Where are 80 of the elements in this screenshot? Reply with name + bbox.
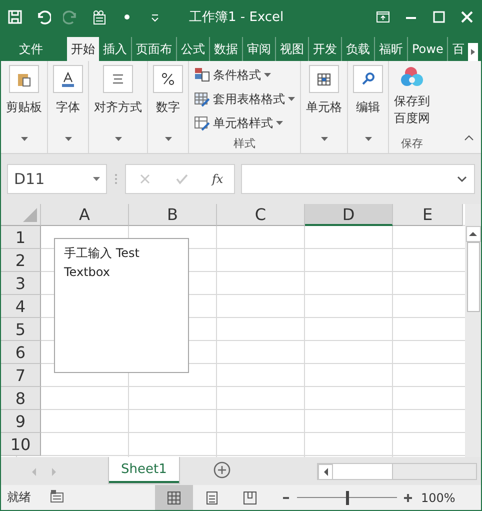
row-header[interactable]: 3: [1, 272, 41, 295]
zoom-level[interactable]: 100%: [421, 490, 456, 504]
cell-brush-icon[interactable]: [194, 115, 210, 131]
grip-icon[interactable]: [113, 171, 119, 187]
caret-icon: [164, 137, 172, 141]
clipboard-icon[interactable]: [16, 71, 32, 87]
text-box[interactable]: 手工输入 Test Textbox: [54, 238, 189, 373]
font-color-icon[interactable]: [60, 71, 76, 87]
ribbon-tab[interactable]: 开始: [67, 37, 99, 61]
ribbon-menu-button[interactable]: 套用表格格式: [213, 90, 285, 108]
row-header[interactable]: 2: [1, 249, 41, 272]
row-header[interactable]: 10: [1, 433, 41, 456]
form-icon[interactable]: [91, 9, 107, 25]
column-header[interactable]: A: [41, 204, 129, 226]
row-header[interactable]: 1: [1, 226, 41, 249]
scroll-right-icon[interactable]: [468, 43, 478, 61]
ribbon-button-label[interactable]: 百度网: [394, 110, 430, 127]
ribbon-button[interactable]: 对齐方式: [94, 99, 142, 116]
table-brush-icon[interactable]: [194, 91, 210, 107]
status-text: 就绪: [7, 489, 31, 506]
formula-input[interactable]: [241, 164, 475, 194]
caret-icon: [320, 137, 328, 141]
ribbon-button[interactable]: 编辑: [356, 99, 380, 116]
scroll-left-icon[interactable]: [322, 467, 330, 477]
ribbon-button[interactable]: 字体: [56, 99, 80, 116]
row-header[interactable]: 7: [1, 364, 41, 387]
column-header[interactable]: C: [217, 204, 305, 226]
ribbon-menu-button[interactable]: 单元格样式: [213, 114, 273, 132]
row-header[interactable]: 9: [1, 410, 41, 433]
ribbon-display-icon[interactable]: [375, 9, 391, 25]
caret-icon: [364, 137, 372, 141]
scroll-thumb[interactable]: [466, 242, 480, 312]
caret-icon: [20, 137, 28, 141]
caret-icon: [64, 137, 72, 141]
caret-icon: [264, 73, 271, 77]
ribbon-button[interactable]: 单元格: [306, 99, 342, 116]
conditional-format-icon[interactable]: [194, 67, 210, 83]
undo-icon[interactable]: [35, 9, 51, 25]
cells-icon[interactable]: [316, 71, 332, 87]
ribbon-button[interactable]: 数字: [156, 99, 180, 116]
add-sheet-icon[interactable]: [212, 461, 231, 479]
page-break-icon: [242, 490, 258, 506]
expand-icon[interactable]: [456, 174, 468, 184]
column-header[interactable]: D: [305, 204, 393, 226]
insert-function-button[interactable]: fx: [212, 172, 224, 186]
group-label: 样式: [234, 136, 256, 151]
caret-icon: [276, 121, 283, 125]
maximize-icon[interactable]: [431, 9, 447, 25]
zoom-in-icon[interactable]: [403, 492, 413, 502]
window-title: 工作簿1 - Excel: [189, 9, 284, 26]
search-icon[interactable]: [360, 71, 376, 87]
page-layout-icon: [204, 490, 220, 506]
sheet-tab[interactable]: Sheet1: [109, 457, 179, 483]
ribbon-tab[interactable]: 插入: [99, 37, 131, 61]
caret-icon: [288, 97, 295, 101]
ribbon-menu-button[interactable]: 条件格式: [213, 66, 261, 84]
percent-icon[interactable]: [160, 71, 176, 87]
column-header[interactable]: B: [129, 204, 217, 226]
scroll-up-icon[interactable]: [468, 230, 478, 238]
column-header[interactable]: E: [393, 204, 463, 226]
view-button[interactable]: [155, 485, 193, 510]
row-header[interactable]: 4: [1, 295, 41, 318]
caret-icon: [114, 137, 122, 141]
close-icon[interactable]: [459, 9, 475, 25]
collapse-ribbon-icon[interactable]: [463, 133, 475, 143]
normal-view-icon: [166, 490, 182, 506]
group-label: 保存: [401, 136, 423, 151]
ribbon-tab[interactable]: 文件: [9, 37, 53, 61]
cloud-icon[interactable]: [400, 65, 424, 87]
caret-icon: [93, 177, 100, 181]
name-box[interactable]: D11: [7, 164, 107, 194]
save-icon[interactable]: [7, 9, 23, 25]
ribbon-button[interactable]: 剪贴板: [6, 99, 42, 116]
row-header[interactable]: 6: [1, 341, 41, 364]
row-header[interactable]: 8: [1, 387, 41, 410]
macro-record-icon[interactable]: [49, 488, 65, 504]
ribbon-button-label[interactable]: 保存到: [394, 93, 430, 110]
row-header[interactable]: 5: [1, 318, 41, 341]
scroll-thumb[interactable]: [333, 464, 393, 479]
zoom-thumb[interactable]: [346, 490, 349, 504]
